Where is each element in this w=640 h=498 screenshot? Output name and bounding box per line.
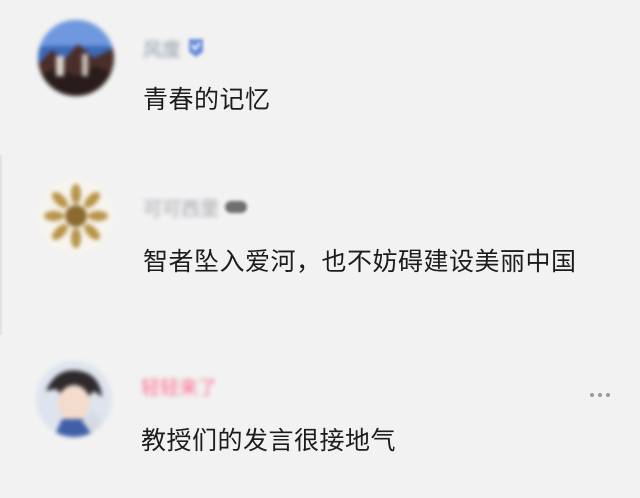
comment-item: 风度 青春的记忆	[0, 0, 640, 150]
more-options-icon[interactable]	[590, 388, 610, 402]
comment-text: 智者坠入爱河，也不妨碍建设美丽中国	[143, 247, 577, 276]
user-avatar-sunflower[interactable]	[38, 178, 114, 254]
comment-item: 轻轻来了 教授们的发言很接地气	[0, 345, 640, 498]
verified-badge-icon	[187, 38, 205, 58]
comment-text: 青春的记忆	[143, 85, 271, 114]
comment-text: 教授们的发言很接地气	[141, 426, 397, 455]
comment-username[interactable]: 可可西里	[143, 194, 219, 221]
comment-username[interactable]: 轻轻来了	[141, 373, 217, 400]
comment-item: 可可西里 智者坠入爱河，也不妨碍建设美丽中国	[0, 160, 640, 335]
comment-username[interactable]: 风度	[143, 35, 181, 62]
user-avatar-landscape[interactable]	[38, 20, 114, 96]
level-badge-icon	[225, 200, 248, 214]
user-avatar-anime[interactable]	[36, 361, 112, 437]
